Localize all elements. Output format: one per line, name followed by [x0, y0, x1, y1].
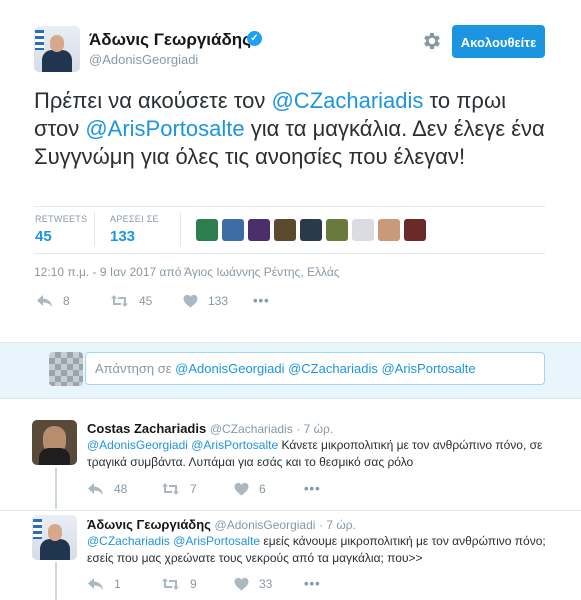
more-options-icon[interactable]: ••• — [304, 481, 321, 496]
reply-author-handle[interactable]: @AdonisGeorgiadi — [215, 518, 316, 532]
reply-icon — [87, 482, 104, 496]
stats-top-divider — [34, 206, 545, 207]
reply-action[interactable]: 48 — [87, 482, 127, 496]
like-action[interactable]: 133 — [183, 294, 228, 308]
reply-input[interactable]: Απάντηση σε @AdonisGeorgiadi @CZachariad… — [85, 352, 545, 385]
retweets-count[interactable]: 45 — [35, 228, 52, 245]
heart-icon — [234, 577, 249, 591]
retweet-icon — [161, 482, 180, 496]
reply-action[interactable]: 1 — [87, 577, 121, 591]
reply-time[interactable]: · 7 ώρ. — [296, 422, 333, 436]
reply-mentions: @AdonisGeorgiadi @CZachariadis @ArisPort… — [175, 361, 476, 376]
heart-icon — [234, 482, 249, 496]
retweet-count: 45 — [139, 294, 153, 308]
stats-separator — [180, 212, 181, 246]
more-options-icon[interactable]: ••• — [253, 293, 270, 308]
reply-author-name[interactable]: Costas Zachariadis — [87, 421, 206, 436]
like-count: 133 — [208, 294, 229, 308]
favoriter-avatar[interactable] — [352, 219, 374, 241]
reply-author-avatar[interactable] — [32, 420, 77, 465]
reply-action[interactable]: 8 — [36, 294, 70, 308]
favoriter-avatar[interactable] — [222, 219, 244, 241]
retweets-label: RETWEETS — [35, 214, 88, 224]
follow-button[interactable]: Ακολουθείτε — [452, 25, 545, 58]
author-handle[interactable]: @AdonisGeorgiadi — [89, 52, 198, 67]
reply-count: 1 — [114, 577, 121, 591]
reply-author-name[interactable]: Άδωνις Γεωργιάδης — [87, 517, 211, 532]
reply-placeholder: Απάντηση σε — [95, 361, 172, 376]
retweet-action[interactable]: 7 — [161, 482, 197, 496]
reply-time[interactable]: · 7 ώρ. — [319, 518, 356, 532]
stats-separator — [94, 212, 95, 246]
favoriter-avatar[interactable] — [196, 219, 218, 241]
more-options-icon[interactable]: ••• — [304, 576, 321, 591]
reply-author-line: Άδωνις Γεωργιάδης @AdonisGeorgiadi · 7 ώ… — [87, 517, 356, 532]
favoriter-avatar[interactable] — [378, 219, 400, 241]
like-count: 33 — [259, 577, 273, 591]
reply-count: 8 — [63, 294, 70, 308]
current-user-avatar — [49, 352, 83, 386]
mention-link[interactable]: @CZachariadis — [271, 88, 423, 113]
reply-count: 48 — [114, 482, 128, 496]
favoriter-avatar[interactable] — [300, 219, 322, 241]
retweet-icon — [161, 577, 180, 591]
gear-icon[interactable] — [421, 30, 443, 52]
like-action[interactable]: 33 — [234, 577, 272, 591]
retweet-action[interactable]: 45 — [110, 294, 152, 308]
favoriter-avatar[interactable] — [248, 219, 270, 241]
reply-text: @CZachariadis @ArisPortosalte εμείς κάνο… — [87, 533, 557, 567]
reply-icon — [87, 577, 104, 591]
likes-count[interactable]: 133 — [110, 228, 135, 245]
reply-divider — [0, 510, 581, 511]
reply-text: @AdonisGeorgiadi @ArisPortosalte Κάνετε … — [87, 437, 557, 471]
retweet-action[interactable]: 9 — [161, 577, 197, 591]
reply-author-avatar[interactable] — [32, 515, 77, 560]
like-action[interactable]: 6 — [234, 482, 266, 496]
like-count: 6 — [259, 482, 266, 496]
likes-label: ΑΡΕΣΕΙ ΣΕ — [110, 214, 159, 224]
favoriter-avatar[interactable] — [326, 219, 348, 241]
favoriter-avatar[interactable] — [274, 219, 296, 241]
reply-author-line: Costas Zachariadis @CZachariadis · 7 ώρ. — [87, 421, 333, 436]
tweet-text: Πρέπει να ακούσετε τον @CZachariadis το … — [34, 87, 554, 171]
thread-connector — [55, 468, 57, 509]
reply-mentions[interactable]: @AdonisGeorgiadi @ArisPortosalte — [87, 438, 278, 452]
retweet-count: 7 — [190, 482, 197, 496]
retweet-icon — [110, 294, 129, 308]
reply-author-handle[interactable]: @CZachariadis — [210, 422, 293, 436]
verified-badge-icon: ✓ — [247, 31, 262, 46]
author-avatar[interactable] — [34, 26, 80, 72]
retweet-count: 9 — [190, 577, 197, 591]
author-display-name[interactable]: Άδωνις Γεωργιάδης — [89, 30, 251, 50]
stats-bottom-divider — [34, 253, 545, 254]
reply-mentions[interactable]: @CZachariadis @ArisPortosalte — [87, 534, 260, 548]
reply-icon — [36, 294, 53, 308]
mention-link[interactable]: @ArisPortosalte — [85, 116, 244, 141]
thread-connector — [55, 562, 57, 600]
favoriter-avatar[interactable] — [404, 219, 426, 241]
heart-icon — [183, 294, 198, 308]
tweet-timestamp[interactable]: 12:10 π.μ. - 9 Ιαν 2017 από Άγιος Ιωάννη… — [34, 265, 340, 279]
tweet-text-part: Πρέπει να ακούσετε τον — [34, 88, 272, 113]
